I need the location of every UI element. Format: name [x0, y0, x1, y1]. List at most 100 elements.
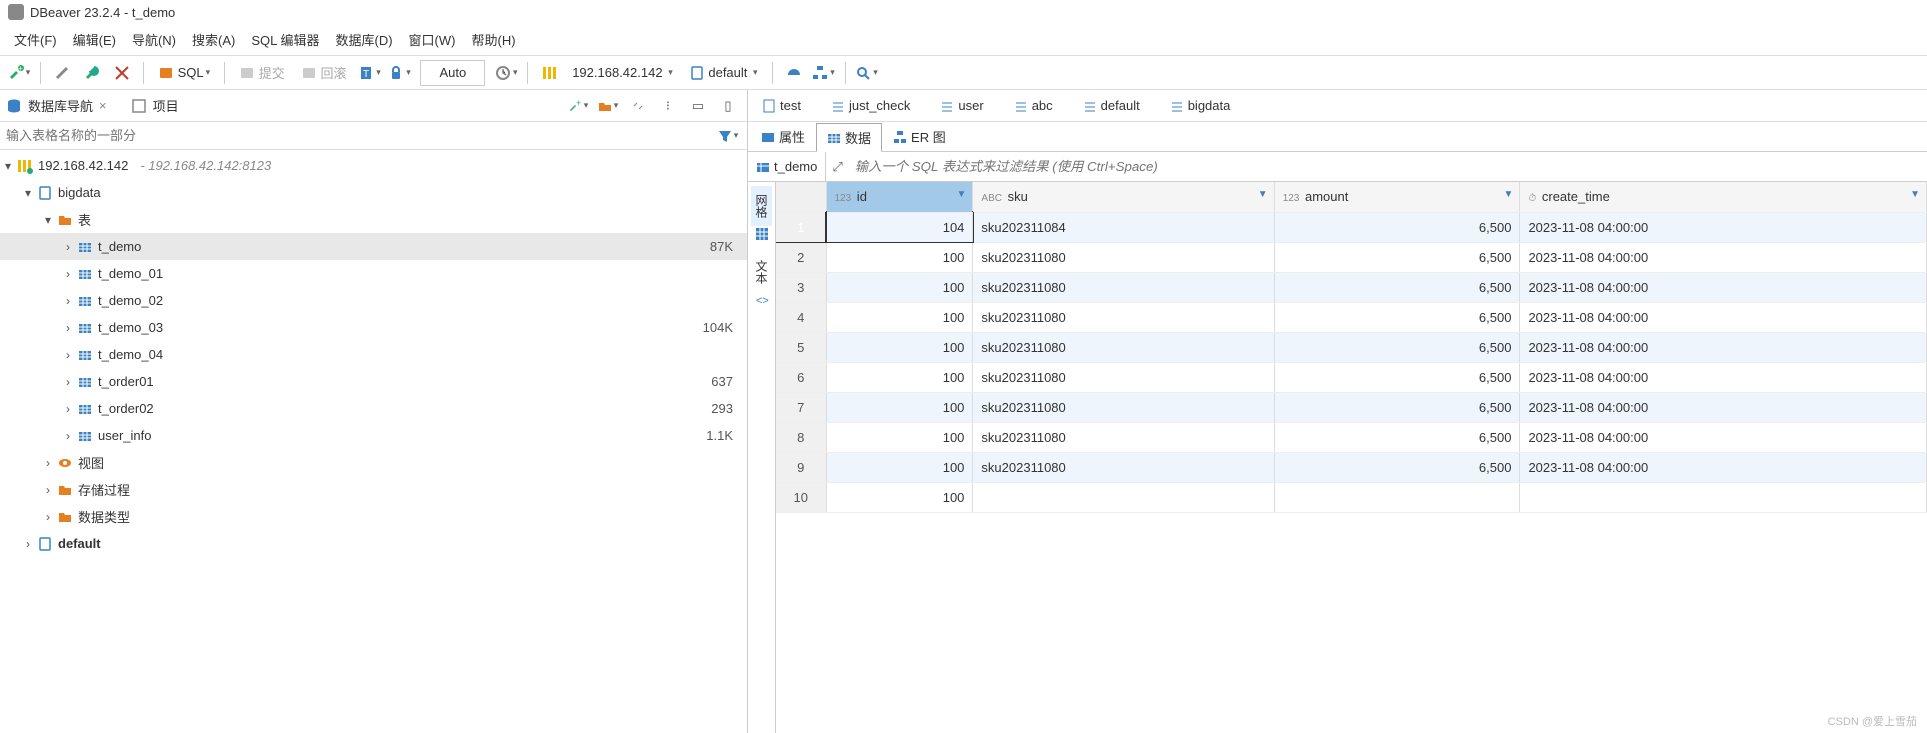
cell-time[interactable]: 2023-11-08 04:00:00	[1520, 242, 1927, 272]
tree-table-item[interactable]: ›t_demo_01	[0, 260, 747, 287]
cell-amount[interactable]: 6,500	[1274, 422, 1520, 452]
table-row[interactable]: 8100sku2023110806,5002023-11-08 04:00:00	[776, 422, 1927, 452]
cell-id[interactable]: 100	[826, 482, 973, 512]
cell-id[interactable]: 100	[826, 302, 973, 332]
tab-test[interactable]: test	[754, 94, 809, 117]
table-row[interactable]: 2100sku2023110806,5002023-11-08 04:00:00	[776, 242, 1927, 272]
menu-search[interactable]: 搜索(A)	[186, 28, 241, 51]
menu-nav[interactable]: 导航(N)	[126, 28, 182, 51]
col-header[interactable]: 123 amount▼	[1274, 182, 1520, 212]
close-tab-icon[interactable]: ×	[99, 98, 107, 113]
schema-button[interactable]: ▾	[811, 60, 837, 86]
menu-file[interactable]: 文件(F)	[8, 28, 63, 51]
cell-id[interactable]: 100	[826, 332, 973, 362]
connect-button[interactable]	[49, 60, 75, 86]
table-row[interactable]: 3100sku2023110806,5002023-11-08 04:00:00	[776, 272, 1927, 302]
cell-time[interactable]: 2023-11-08 04:00:00	[1520, 332, 1927, 362]
cell-sku[interactable]: sku202311080	[973, 272, 1274, 302]
row-number[interactable]: 4	[776, 302, 826, 332]
cell-time[interactable]: 2023-11-08 04:00:00	[1520, 212, 1927, 242]
dashboard-button[interactable]	[781, 60, 807, 86]
menu-window[interactable]: 窗口(W)	[403, 28, 462, 51]
row-number[interactable]: 8	[776, 422, 826, 452]
subtab-er[interactable]: ER 图	[882, 122, 957, 151]
tree-table-item[interactable]: ›t_demo87K	[0, 233, 747, 260]
menu-sql[interactable]: SQL 编辑器	[245, 28, 325, 51]
expand-icon[interactable]: ⤢	[826, 159, 848, 175]
auto-commit[interactable]: Auto	[420, 60, 485, 86]
table-row[interactable]: 1104sku2023110846,5002023-11-08 04:00:00	[776, 212, 1927, 242]
menu-database[interactable]: 数据库(D)	[330, 28, 399, 51]
row-number[interactable]: 1	[776, 212, 826, 242]
rollback-button[interactable]: 回滚	[295, 60, 353, 86]
cell-id[interactable]: 100	[826, 392, 973, 422]
table-row[interactable]: 6100sku2023110806,5002023-11-08 04:00:00	[776, 362, 1927, 392]
row-number[interactable]: 10	[776, 482, 826, 512]
table-row[interactable]: 5100sku2023110806,5002023-11-08 04:00:00	[776, 332, 1927, 362]
commit-button[interactable]: 提交	[233, 60, 291, 86]
cell-time[interactable]: 2023-11-08 04:00:00	[1520, 422, 1927, 452]
cell-sku[interactable]: sku202311080	[973, 362, 1274, 392]
tx-button[interactable]: T▾	[356, 60, 382, 86]
tree-table-item[interactable]: ›user_info1.1K	[0, 422, 747, 449]
cell-id[interactable]: 100	[826, 272, 973, 302]
cell-time[interactable]	[1520, 482, 1927, 512]
cell-sku[interactable]: sku202311084	[973, 212, 1274, 242]
table-row[interactable]: 10100	[776, 482, 1927, 512]
nav-folder-button[interactable]: ▾	[595, 93, 621, 119]
tree-connection[interactable]: ▾ 192.168.42.142- 192.168.42.142:8123	[0, 152, 747, 179]
nav-new-conn-button[interactable]: +▾	[565, 93, 591, 119]
cell-id[interactable]: 104	[826, 212, 973, 242]
tab-db-navigator[interactable]: 数据库导航	[28, 96, 93, 115]
menu-edit[interactable]: 编辑(E)	[67, 28, 122, 51]
tree-table-item[interactable]: ›t_demo_03104K	[0, 314, 747, 341]
database-selector[interactable]: default ▾	[683, 60, 764, 86]
cell-amount[interactable]: 6,500	[1274, 272, 1520, 302]
lock-button[interactable]: ▾	[386, 60, 412, 86]
cell-time[interactable]: 2023-11-08 04:00:00	[1520, 362, 1927, 392]
tree-filter-input[interactable]	[6, 128, 715, 143]
data-grid[interactable]: 123 id▼ABC sku▼123 amount▼⏱ create_time▼…	[776, 182, 1927, 733]
row-number[interactable]: 2	[776, 242, 826, 272]
cell-sku[interactable]: sku202311080	[973, 452, 1274, 482]
cell-time[interactable]: 2023-11-08 04:00:00	[1520, 272, 1927, 302]
tree-table-item[interactable]: ›t_demo_04	[0, 341, 747, 368]
nav-collapse-button[interactable]: ⁝	[655, 93, 681, 119]
tree-table-item[interactable]: ›t_order01637	[0, 368, 747, 395]
cell-id[interactable]: 100	[826, 452, 973, 482]
row-corner[interactable]	[776, 182, 826, 212]
vtab-text[interactable]: 文本	[751, 252, 772, 292]
row-number[interactable]: 9	[776, 452, 826, 482]
cell-id[interactable]: 100	[826, 242, 973, 272]
filter-icon[interactable]: ▾	[715, 123, 741, 149]
connection-selector[interactable]: 192.168.42.142 ▾	[566, 60, 679, 86]
search-button[interactable]: ▾	[854, 60, 880, 86]
tab-user[interactable]: user	[932, 94, 991, 117]
disconnect-button[interactable]	[109, 60, 135, 86]
tree-db-default[interactable]: › default	[0, 530, 747, 557]
reconnect-button[interactable]	[79, 60, 105, 86]
cell-sku[interactable]	[973, 482, 1274, 512]
nav-max-button[interactable]: ▯	[715, 93, 741, 119]
subtab-properties[interactable]: 属性	[750, 122, 816, 151]
sql-editor-button[interactable]: SQL▾	[152, 60, 216, 86]
cell-time[interactable]: 2023-11-08 04:00:00	[1520, 302, 1927, 332]
cell-amount[interactable]	[1274, 482, 1520, 512]
sql-filter-input[interactable]	[849, 159, 1927, 174]
vtab-grid[interactable]: 网格	[751, 186, 772, 226]
cell-sku[interactable]: sku202311080	[973, 422, 1274, 452]
nav-link-button[interactable]	[625, 93, 651, 119]
tree-table-item[interactable]: ›t_order02293	[0, 395, 747, 422]
col-header[interactable]: ABC sku▼	[973, 182, 1274, 212]
cell-amount[interactable]: 6,500	[1274, 362, 1520, 392]
table-row[interactable]: 9100sku2023110806,5002023-11-08 04:00:00	[776, 452, 1927, 482]
tree-tables-folder[interactable]: ▾ 表	[0, 206, 747, 233]
cell-time[interactable]: 2023-11-08 04:00:00	[1520, 452, 1927, 482]
tab-abc[interactable]: abc	[1006, 94, 1061, 117]
cell-id[interactable]: 100	[826, 362, 973, 392]
tab-default[interactable]: default	[1075, 94, 1148, 117]
cell-amount[interactable]: 6,500	[1274, 242, 1520, 272]
cell-amount[interactable]: 6,500	[1274, 452, 1520, 482]
cell-sku[interactable]: sku202311080	[973, 392, 1274, 422]
history-button[interactable]: ▾	[493, 60, 519, 86]
